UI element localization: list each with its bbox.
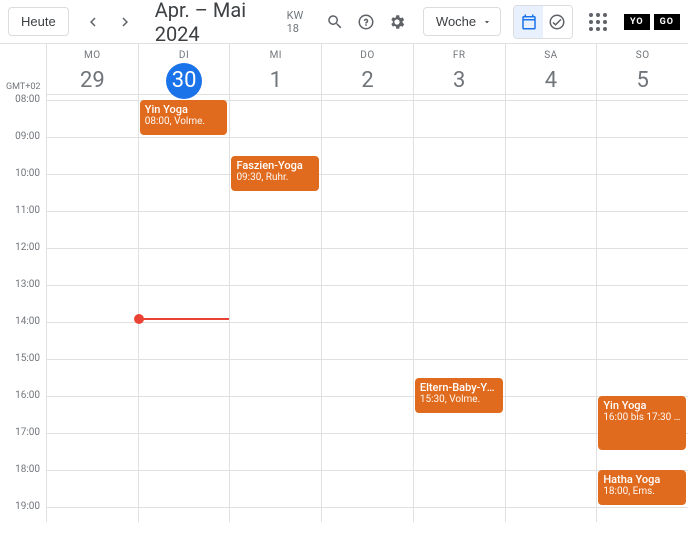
- calendar-event[interactable]: Yin Yoga16:00 bis 17:30 Ruhr.: [598, 396, 686, 450]
- hour-lines: Faszien-Yoga09:30, Ruhr.: [230, 100, 321, 522]
- calendar-event[interactable]: Eltern-Baby-Yoga15:30, Volme.: [415, 378, 503, 413]
- calendar-icon: [520, 13, 538, 31]
- brand-part-a: YO: [624, 14, 650, 30]
- brand-part-b: GO: [654, 14, 680, 30]
- hour-lines: Yin Yoga16:00 bis 17:30 Ruhr.Hatha Yoga1…: [597, 100, 688, 522]
- hour-label: 14:00: [0, 316, 46, 353]
- dropdown-icon: [482, 17, 492, 27]
- day-column[interactable]: MI 1 Faszien-Yoga09:30, Ruhr.: [229, 44, 321, 522]
- hour-lines: [506, 100, 597, 522]
- nav-arrows: [77, 6, 141, 38]
- settings-button[interactable]: [384, 6, 411, 38]
- event-subtitle: 09:30, Ruhr.: [236, 172, 314, 183]
- day-number[interactable]: 5: [625, 63, 661, 99]
- chevron-right-icon: [116, 13, 134, 31]
- gear-icon: [388, 13, 406, 31]
- chevron-left-icon: [84, 13, 102, 31]
- day-column[interactable]: DI30Yin Yoga08:00, Volme.: [138, 44, 230, 522]
- day-of-week-label: MI: [230, 50, 321, 61]
- day-column[interactable]: SA 4: [505, 44, 597, 522]
- calendar-event[interactable]: Hatha Yoga18:00, Ems.: [598, 470, 686, 505]
- next-week-button[interactable]: [109, 6, 141, 38]
- event-title: Eltern-Baby-Yoga: [420, 381, 498, 394]
- timezone-label: GMT+02: [6, 82, 40, 92]
- prev-week-button[interactable]: [77, 6, 109, 38]
- day-header[interactable]: MI 1: [230, 44, 321, 100]
- help-icon: [357, 13, 375, 31]
- day-number[interactable]: 1: [258, 63, 294, 99]
- calendar-event[interactable]: Yin Yoga08:00, Volme.: [140, 100, 228, 135]
- calendar-event[interactable]: Faszien-Yoga09:30, Ruhr.: [231, 156, 319, 191]
- hour-label: 12:00: [0, 242, 46, 279]
- day-number[interactable]: 2: [350, 63, 386, 99]
- event-title: Yin Yoga: [603, 399, 681, 412]
- day-column[interactable]: SO 5 Yin Yoga16:00 bis 17:30 Ruhr. Hatha Yo…: [596, 44, 688, 522]
- hour-label: 13:00: [0, 279, 46, 316]
- search-button[interactable]: [322, 6, 349, 38]
- search-icon: [326, 13, 344, 31]
- hour-lines: [322, 100, 413, 522]
- hour-label: 09:00: [0, 131, 46, 168]
- apps-button[interactable]: [585, 6, 612, 38]
- app-header: Heute Apr. – Mai 2024 KW 18 Woche Y: [0, 0, 688, 44]
- day-header[interactable]: DI 30: [139, 44, 230, 100]
- hour-label: 15:00: [0, 353, 46, 390]
- apps-grid-icon: [589, 13, 607, 31]
- today-button[interactable]: Heute: [8, 7, 69, 36]
- event-subtitle: 15:30, Volme.: [420, 394, 498, 405]
- day-column[interactable]: DO 2: [321, 44, 413, 522]
- calendar-grid: GMT+02 08:0009:0010:0011:0012:0013:0014:…: [0, 44, 688, 522]
- day-of-week-label: DI: [139, 50, 230, 61]
- hour-label: 10:00: [0, 168, 46, 205]
- week-number-label: KW 18: [287, 9, 314, 35]
- hour-label: 18:00: [0, 464, 46, 501]
- hour-label: 11:00: [0, 205, 46, 242]
- calendar-view-toggle[interactable]: [514, 6, 543, 38]
- day-number[interactable]: 3: [441, 63, 477, 99]
- day-number[interactable]: 29: [74, 63, 110, 99]
- event-title: Yin Yoga: [145, 103, 223, 116]
- day-of-week-label: SA: [506, 50, 597, 61]
- hour-label: 16:00: [0, 390, 46, 427]
- event-subtitle: 18:00, Ems.: [603, 486, 681, 497]
- tasks-view-toggle[interactable]: [543, 6, 572, 38]
- check-circle-icon: [548, 13, 566, 31]
- day-number[interactable]: 30: [166, 63, 202, 99]
- day-number[interactable]: 4: [533, 63, 569, 99]
- hour-lines: Yin Yoga08:00, Volme.: [139, 100, 230, 522]
- day-of-week-label: DO: [322, 50, 413, 61]
- week-grid: MO29DI30Yin Yoga08:00, Volme.MI1Faszien-…: [46, 44, 688, 522]
- day-of-week-label: SO: [597, 50, 688, 61]
- now-indicator-dot: [134, 314, 144, 324]
- help-button[interactable]: [353, 6, 380, 38]
- day-header[interactable]: SO 5: [597, 44, 688, 100]
- view-selector-label: Woche: [436, 14, 476, 29]
- day-header[interactable]: MO 29: [47, 44, 138, 100]
- now-indicator: [139, 318, 230, 320]
- event-subtitle: 16:00 bis 17:30 Ruhr.: [603, 412, 681, 423]
- day-column[interactable]: FR 3 Eltern-Baby-Yoga15:30, Volme.: [413, 44, 505, 522]
- view-toggle-group: [513, 5, 573, 39]
- day-column[interactable]: MO 29: [46, 44, 138, 522]
- day-header[interactable]: DO 2: [322, 44, 413, 100]
- event-title: Faszien-Yoga: [236, 159, 314, 172]
- event-subtitle: 08:00, Volme.: [145, 116, 223, 127]
- hour-lines: Eltern-Baby-Yoga15:30, Volme.: [414, 100, 505, 522]
- day-of-week-label: MO: [47, 50, 138, 61]
- view-selector[interactable]: Woche: [423, 7, 501, 36]
- time-gutter: 08:0009:0010:0011:0012:0013:0014:0015:00…: [0, 44, 46, 522]
- day-of-week-label: FR: [414, 50, 505, 61]
- event-title: Hatha Yoga: [603, 473, 681, 486]
- hour-label: 08:00: [0, 94, 46, 131]
- day-header[interactable]: FR 3: [414, 44, 505, 100]
- day-header[interactable]: SA 4: [506, 44, 597, 100]
- date-range-title: Apr. – Mai 2024: [155, 0, 275, 46]
- hour-label: 17:00: [0, 427, 46, 464]
- brand-logo: YO GO: [624, 14, 680, 30]
- hour-lines: [47, 100, 138, 522]
- hour-label: 19:00: [0, 501, 46, 538]
